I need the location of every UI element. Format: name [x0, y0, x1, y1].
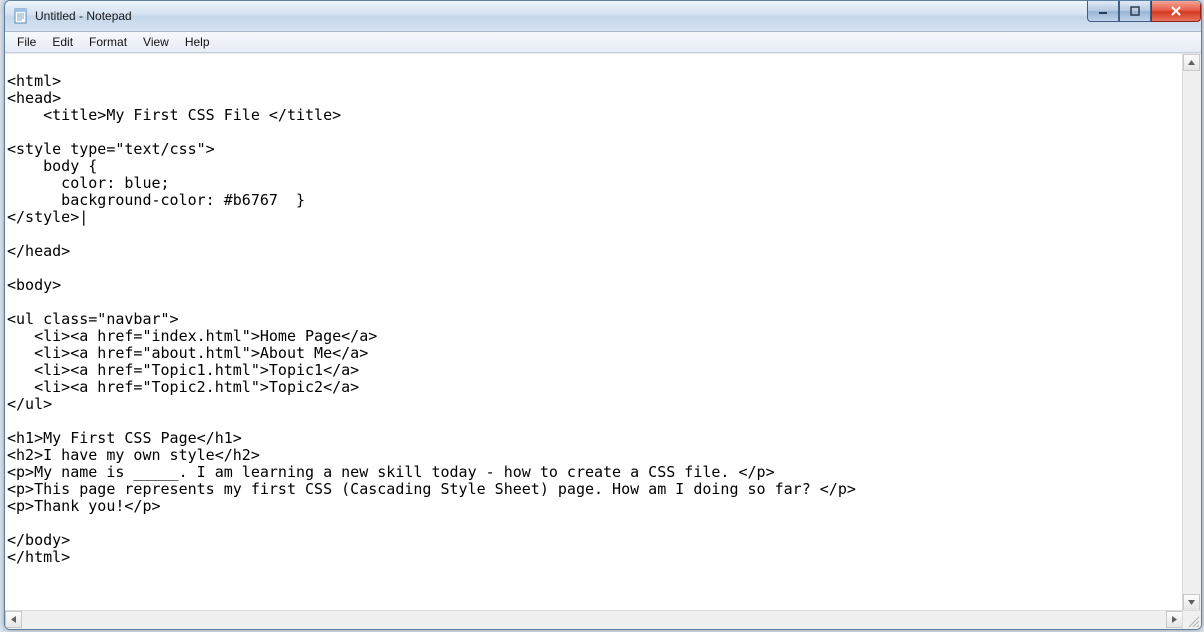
chevron-right-icon — [1172, 616, 1177, 623]
resize-grip[interactable] — [1182, 610, 1201, 629]
menu-help[interactable]: Help — [177, 33, 218, 51]
chevron-down-icon — [1188, 600, 1195, 605]
minimize-button[interactable] — [1087, 1, 1119, 22]
client-area: <html> <head> <title>My First CSS File <… — [5, 53, 1201, 629]
maximize-icon — [1130, 6, 1140, 16]
menu-format[interactable]: Format — [81, 33, 135, 51]
horizontal-scrollbar[interactable] — [5, 610, 1183, 629]
window-controls — [1087, 1, 1201, 21]
menu-file[interactable]: File — [9, 33, 44, 51]
window-title: Untitled - Notepad — [35, 1, 132, 31]
chevron-up-icon — [1188, 60, 1195, 65]
resize-grip-icon — [1186, 614, 1200, 628]
scroll-left-button[interactable] — [5, 611, 22, 628]
scroll-right-button[interactable] — [1166, 611, 1183, 628]
close-button[interactable] — [1151, 1, 1201, 22]
notepad-window: Untitled - Notepad File Edit Format View… — [4, 0, 1202, 630]
menu-edit[interactable]: Edit — [44, 33, 81, 51]
scroll-up-button[interactable] — [1183, 54, 1200, 71]
notepad-app-icon — [13, 8, 29, 24]
minimize-icon — [1098, 6, 1108, 16]
title-bar[interactable]: Untitled - Notepad — [5, 1, 1201, 32]
vertical-scrollbar[interactable] — [1182, 54, 1201, 611]
text-editor[interactable]: <html> <head> <title>My First CSS File <… — [5, 54, 1183, 611]
menu-bar: File Edit Format View Help — [5, 32, 1201, 53]
close-icon — [1170, 6, 1182, 16]
menu-view[interactable]: View — [135, 33, 177, 51]
chevron-left-icon — [11, 616, 16, 623]
maximize-button[interactable] — [1119, 1, 1151, 22]
scroll-down-button[interactable] — [1183, 594, 1200, 611]
